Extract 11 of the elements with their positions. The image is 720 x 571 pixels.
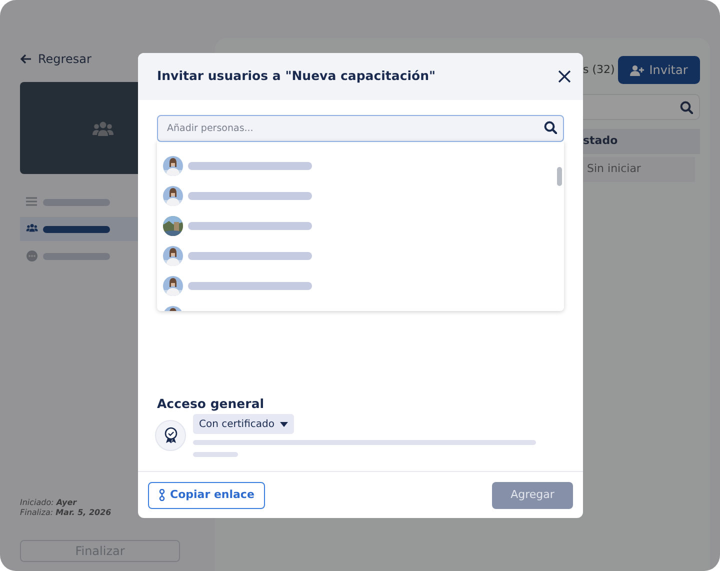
access-dropdown[interactable]: Con certificado	[193, 414, 294, 434]
tab-label[interactable]: s (32)	[583, 62, 615, 78]
copy-link-button[interactable]: Copiar enlace	[148, 482, 266, 508]
date-text: Iniciado: Ayer	[20, 498, 78, 508]
section-heading: Acceso general	[157, 395, 266, 414]
invite-button[interactable]: Invitar	[618, 56, 700, 84]
date-text: Finaliza: Mar. 5, 2026	[20, 508, 112, 518]
column-header: stado	[583, 133, 618, 150]
dialog-title: Invitar usuarios a "Nueva capacitación"	[157, 67, 436, 86]
back-link[interactable]: Regresar	[38, 50, 92, 68]
search-field[interactable]: Añadir personas...	[157, 115, 564, 142]
